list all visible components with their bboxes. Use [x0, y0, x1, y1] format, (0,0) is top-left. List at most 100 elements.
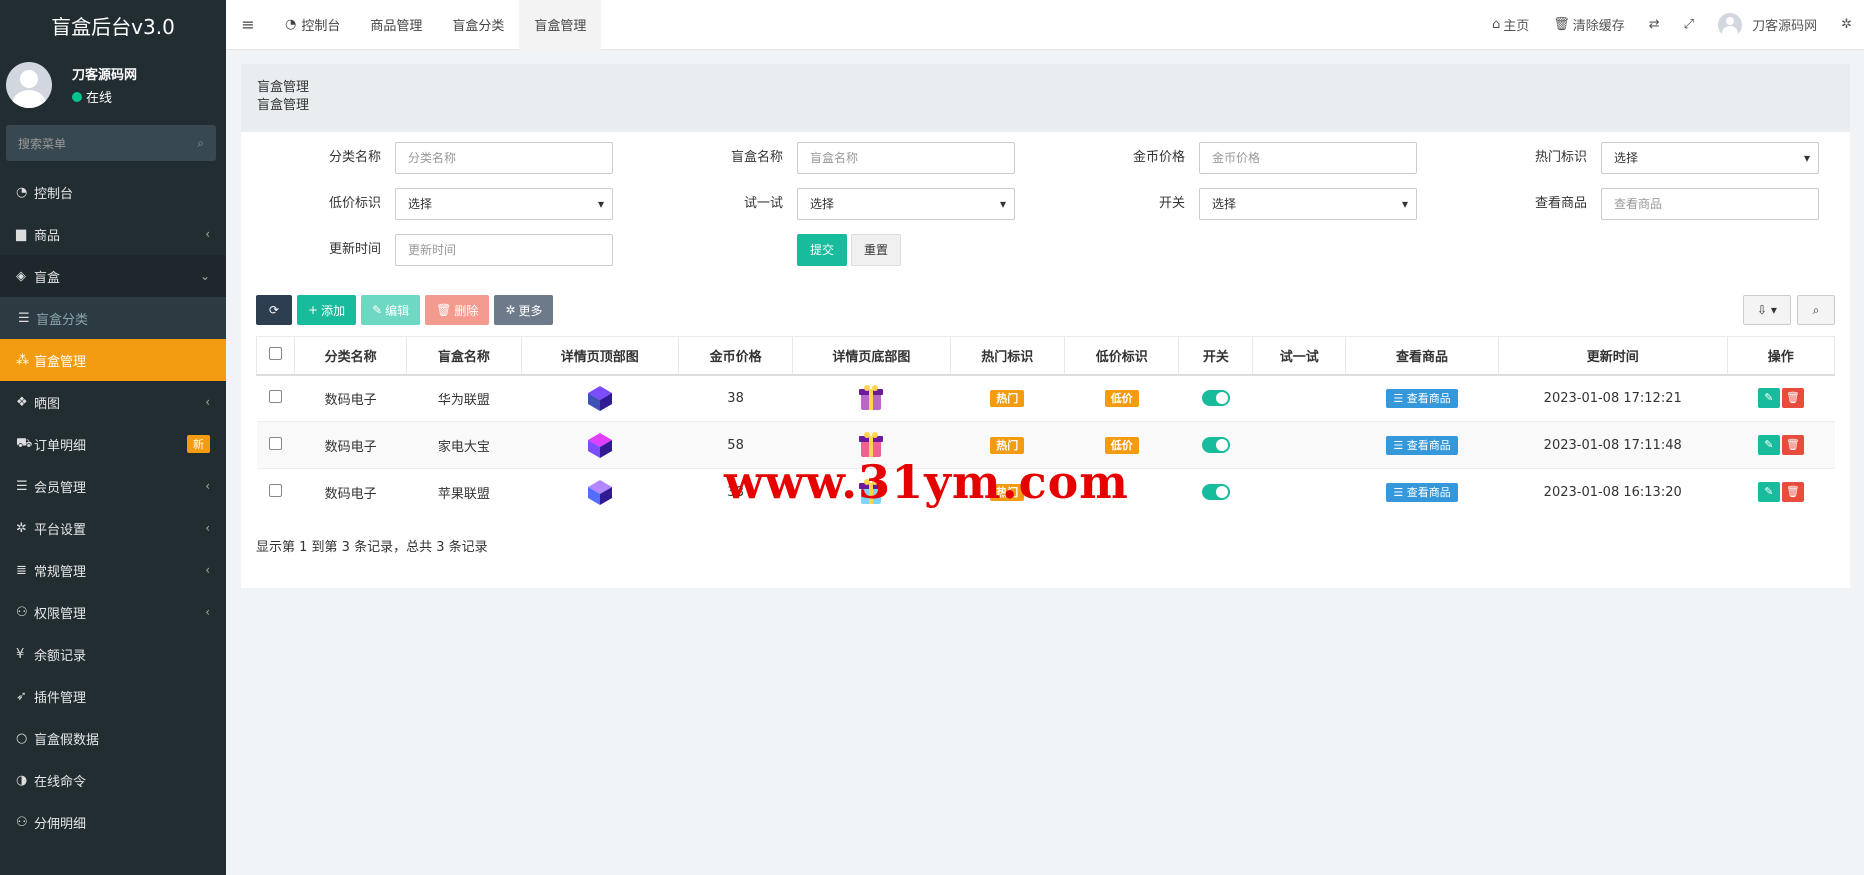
try-filter-select[interactable]: 选择	[797, 188, 1015, 220]
sidebar-item-label: 盲盒管理	[34, 354, 87, 370]
panel-heading: 盲盒管理 盲盒管理	[241, 64, 1850, 132]
top-image-cell	[521, 421, 679, 469]
tab-box-management-label: 盲盒管理	[534, 19, 587, 34]
user-name: 刀客源码网	[72, 68, 138, 83]
row-edit-button[interactable]: ✎	[1757, 388, 1780, 409]
column-header[interactable]: 查看商品	[1345, 336, 1499, 376]
row-delete-button[interactable]: 🗑	[1781, 388, 1804, 409]
hot-filter-select[interactable]: 选择	[1601, 142, 1819, 174]
sidebar-item-7[interactable]: ☰ 会员管理 ‹	[0, 465, 226, 507]
sidebar-item-5[interactable]: ❖ 晒图 ‹	[0, 381, 226, 423]
name-filter-input[interactable]: 盲盒名称	[797, 142, 1015, 174]
avatar	[6, 62, 52, 108]
row-delete-button[interactable]: 🗑	[1781, 482, 1804, 503]
name-cell: 苹果联盟	[406, 468, 522, 516]
low-filter-select[interactable]: 选择	[395, 188, 613, 220]
sidebar-item-4[interactable]: ⁂ 盲盒管理	[0, 339, 226, 381]
row-select-cell	[256, 468, 295, 516]
category-cell: 数码电子	[294, 374, 407, 422]
tab-box-management[interactable]: 盲盒管理	[519, 0, 602, 50]
chevron-left-icon: ‹	[205, 227, 210, 241]
column-header[interactable]: 更新时间	[1497, 336, 1728, 376]
switch-toggle[interactable]	[1201, 390, 1230, 407]
add-button[interactable]: + 添加	[297, 295, 357, 325]
more-button[interactable]: ✲ 更多	[494, 295, 554, 325]
table-toolbar: ⟳ + 添加 ✎ 编辑 🗑 删除 ✲ 更多	[256, 295, 554, 325]
view-products-button[interactable]: ☰ 查看商品	[1386, 436, 1458, 455]
top-image-cell	[521, 468, 679, 516]
sidebar-item-1[interactable]: ▆ 商品 ‹	[0, 213, 226, 255]
group-icon: ⚇	[16, 814, 28, 830]
select-all-checkbox[interactable]	[269, 346, 283, 360]
column-header[interactable]: 低价标识	[1063, 336, 1180, 376]
switch-filter-select[interactable]: 选择	[1199, 188, 1417, 220]
submit-button[interactable]: 提交	[797, 234, 847, 266]
user-status: 在线	[72, 87, 137, 106]
edit-button[interactable]: ✎ 编辑	[361, 295, 421, 325]
name-cell: 华为联盟	[406, 374, 522, 422]
time-cell: 2023-01-08 16:13:20	[1498, 468, 1728, 516]
view-filter-input[interactable]: 查看商品	[1601, 188, 1819, 220]
sidebar-item-0[interactable]: ◔ 控制台	[0, 171, 226, 213]
fullscreen-icon[interactable]: ⤢	[1672, 17, 1706, 32]
column-header[interactable]: 盲盒名称	[406, 336, 522, 376]
settings-gear-icon[interactable]: ✲	[1829, 17, 1864, 32]
toggle-search-button[interactable]: ⌕	[1797, 295, 1835, 325]
translate-icon[interactable]: ⇄	[1637, 17, 1672, 32]
user-menu[interactable]: 刀客源码网	[1706, 12, 1829, 37]
tab-dashboard[interactable]: ◔ 控制台	[270, 0, 355, 50]
sidebar-item-label: 分佣明细	[34, 816, 87, 832]
row-checkbox[interactable]	[269, 483, 283, 497]
sidebar-item-13[interactable]: ○ 盲盒假数据	[0, 717, 226, 759]
sidebar-item-12[interactable]: ➶ 插件管理	[0, 675, 226, 717]
time-filter-input[interactable]: 更新时间	[395, 234, 613, 266]
tab-box-category[interactable]: 盲盒分类	[437, 0, 519, 50]
sidebar-item-3[interactable]: ☰ 盲盒分类	[0, 297, 226, 339]
view-filter-label: 查看商品	[1534, 196, 1587, 211]
tab-products[interactable]: 商品管理	[355, 0, 437, 50]
column-header[interactable]: 操作	[1726, 336, 1836, 376]
column-header[interactable]: 开关	[1178, 336, 1254, 376]
sidebar-item-10[interactable]: ⚇ 权限管理 ‹	[0, 591, 226, 633]
delete-button[interactable]: 🗑 删除	[425, 295, 490, 325]
row-edit-button[interactable]: ✎	[1757, 482, 1780, 503]
row-checkbox[interactable]	[269, 389, 283, 403]
sidebar-item-label: 商品	[34, 228, 61, 244]
sidebar-item-label: 余额记录	[34, 648, 87, 664]
brand-logo[interactable]: 盲盒后台v3.0	[0, 0, 226, 50]
sidebar-item-11[interactable]: ¥ 余额记录	[0, 633, 226, 675]
view-products-button[interactable]: ☰ 查看商品	[1386, 483, 1458, 503]
row-checkbox[interactable]	[269, 436, 283, 450]
column-header[interactable]: 热门标识	[949, 336, 1066, 376]
clear-cache-button[interactable]: 🗑 清除缓存	[1541, 15, 1637, 34]
column-header[interactable]: 详情页底部图	[792, 336, 951, 376]
menu-toggle-icon[interactable]: ≡	[226, 15, 270, 34]
switch-toggle[interactable]	[1201, 437, 1230, 453]
view-products-button[interactable]: ☰ 查看商品	[1386, 389, 1458, 409]
export-button[interactable]: ⇩ ▾	[1743, 295, 1791, 325]
switch-toggle[interactable]	[1201, 484, 1230, 501]
row-delete-button[interactable]: 🗑	[1781, 435, 1804, 455]
sidebar-item-14[interactable]: ◑ 在线命令	[0, 759, 226, 801]
table-row[interactable]: 数码电子 华为联盟 38 热门 低价 ☰ 查看商品 2023-01-08 17:12:21 ✎…	[256, 374, 1835, 422]
row-edit-button[interactable]: ✎	[1757, 435, 1780, 455]
box-top-image	[587, 386, 612, 412]
price-filter-input[interactable]: 金币价格	[1199, 142, 1417, 174]
home-link[interactable]: ⌂ 主页	[1480, 15, 1541, 34]
column-header[interactable]: 详情页顶部图	[520, 336, 679, 376]
clear-cache-label: 清除缓存	[1572, 19, 1625, 34]
column-header[interactable]: 分类名称	[294, 336, 408, 376]
sidebar-item-6[interactable]: ⛟ 订单明细 新	[0, 423, 226, 465]
column-header[interactable]: 试一试	[1252, 336, 1347, 376]
sidebar-item-2[interactable]: ◈ 盲盒 ⌄	[0, 255, 226, 297]
sidebar-item-9[interactable]: ≣ 常规管理 ‹	[0, 549, 226, 591]
sidebar: 盲盒后台v3.0 刀客源码网 在线 搜索菜单 ⌕ ◔ 控制台 ▆ 商品 ‹ ◈ 盲盒 ⌄ ☰ 盲盒…	[0, 0, 226, 875]
sidebar-item-8[interactable]: ✲ 平台设置 ‹	[0, 507, 226, 549]
refresh-button[interactable]: ⟳	[256, 295, 292, 325]
sidebar-item-15[interactable]: ⚇ 分佣明细	[0, 801, 226, 843]
sidebar-item-label: 盲盒分类	[36, 312, 89, 328]
reset-button[interactable]: 重置	[851, 234, 901, 266]
category-filter-input[interactable]: 分类名称	[395, 142, 613, 174]
sidebar-search-input[interactable]: 搜索菜单 ⌕	[6, 125, 216, 161]
column-header[interactable]: 金币价格	[677, 336, 794, 376]
